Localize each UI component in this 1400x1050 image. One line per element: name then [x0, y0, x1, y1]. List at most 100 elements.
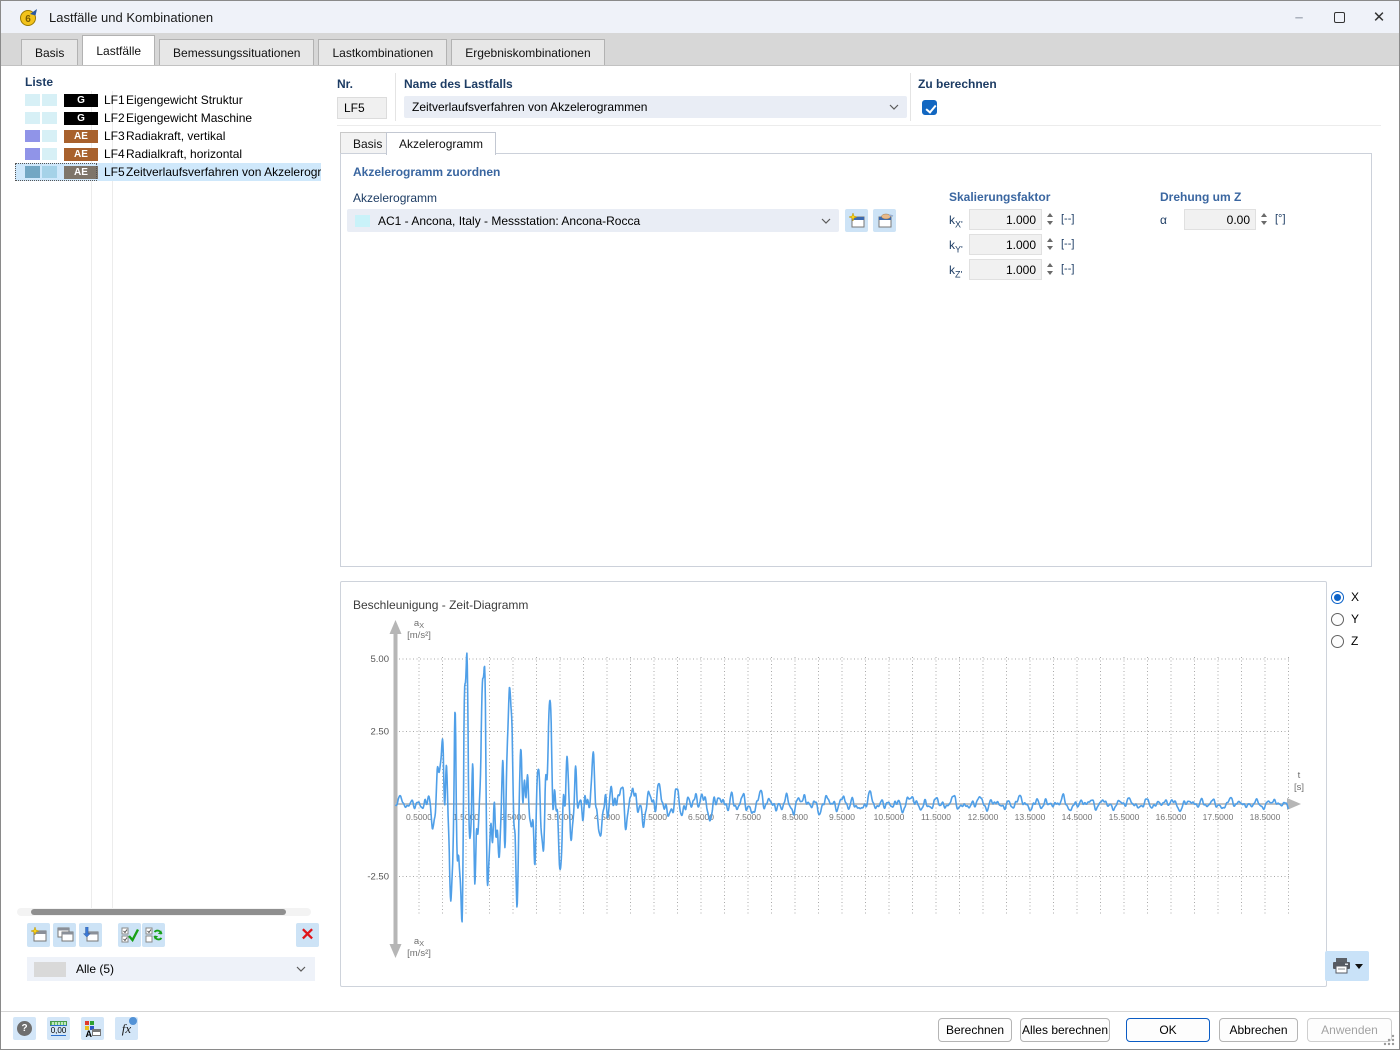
accelerogram-dropdown[interactable]: AC1 - Ancona, Italy - Messstation: Ancon… [347, 209, 839, 232]
list-header: Liste [25, 75, 53, 89]
spin-down-icon[interactable] [1261, 221, 1267, 225]
load-case-name-value: Zeitverlaufsverfahren von Akzelerogramme… [412, 100, 889, 114]
close-button[interactable]: ✕ [1359, 1, 1399, 33]
new-accelerogram-button[interactable] [845, 209, 868, 232]
radio-z[interactable]: Z [1331, 630, 1359, 652]
x-axis-arrow [1287, 798, 1301, 810]
y-axis-label: aX [414, 936, 424, 948]
radio-z-label: Z [1351, 634, 1358, 648]
display-colors-icon: A [85, 1021, 101, 1037]
berechnen-button[interactable]: Berechnen [938, 1018, 1012, 1042]
insert-load-case-button[interactable] [79, 923, 102, 947]
ky-unit: [--] [1061, 238, 1074, 250]
spin-down-icon[interactable] [1047, 221, 1053, 225]
accelerogram-label: Akzelerogramm [353, 191, 437, 205]
list-item-lf5[interactable]: AE LF5Zeitverlaufsverfahren von Akzelero… [15, 163, 321, 181]
y-axis-unit: [m/s²] [407, 948, 431, 959]
spin-down-icon[interactable] [1047, 246, 1053, 250]
alles-berechnen-button[interactable]: Alles berechnen [1020, 1018, 1110, 1042]
load-case-id: LF5 [97, 165, 122, 179]
y-tick-label: 5.00 [371, 654, 390, 665]
kx-unit: [--] [1061, 213, 1074, 225]
print-options-caret[interactable] [1355, 964, 1363, 969]
load-case-number-field[interactable]: LF5 [337, 97, 387, 119]
ky-spinner[interactable] [1045, 234, 1055, 254]
y-tick-label: 2.50 [371, 727, 390, 738]
edit-window-icon [876, 213, 894, 229]
kz-spinner[interactable] [1045, 259, 1055, 279]
alpha-spinner[interactable] [1259, 209, 1269, 229]
compute-section: Zu berechnen [918, 77, 997, 115]
radio-y-label: Y [1351, 612, 1359, 626]
accelerogram-swatch [355, 215, 370, 227]
tab-lastfaelle[interactable]: Lastfälle [82, 35, 155, 65]
category-badge: AE [64, 130, 98, 143]
new-load-case-button[interactable] [27, 923, 50, 947]
filter-label: Alle (5) [76, 962, 296, 976]
load-case-name-dropdown[interactable]: Zeitverlaufsverfahren von Akzelerogramme… [404, 96, 907, 118]
radio-x[interactable]: X [1331, 586, 1359, 608]
ky-input[interactable]: 1.000 [969, 234, 1042, 255]
spin-up-icon[interactable] [1047, 213, 1053, 217]
list-filter-dropdown[interactable]: Alle (5) [27, 957, 315, 981]
check-all-button[interactable] [118, 923, 141, 947]
compute-checkbox[interactable] [922, 100, 937, 115]
x-tick-label: 18.5000 [1250, 812, 1281, 822]
color-swatch [42, 166, 57, 178]
anwenden-button[interactable]: Anwenden [1307, 1018, 1392, 1042]
list-item-lf4[interactable]: AE LF4Radialkraft, horizontal [15, 145, 321, 163]
tab-lastkombinationen[interactable]: Lastkombinationen [318, 39, 447, 65]
scrollbar-thumb[interactable] [31, 909, 286, 915]
maximize-icon [1334, 12, 1345, 23]
abbrechen-button[interactable]: Abbrechen [1219, 1018, 1298, 1042]
radio-x-label: X [1351, 590, 1359, 604]
color-swatch [25, 112, 40, 124]
alpha-input[interactable]: 0.00 [1184, 209, 1256, 230]
chevron-down-icon [889, 104, 899, 110]
spin-up-icon[interactable] [1047, 238, 1053, 242]
column-separator [112, 91, 113, 914]
spin-up-icon[interactable] [1261, 213, 1267, 217]
edit-accelerogram-button[interactable] [873, 209, 896, 232]
kx-input[interactable]: 1.000 [969, 209, 1042, 230]
display-settings-button[interactable]: A [81, 1017, 104, 1040]
kz-unit: [--] [1061, 263, 1074, 275]
list-item-lf3[interactable]: AE LF3Radiakraft, vertikal [15, 127, 321, 145]
maximize-button[interactable] [1319, 1, 1359, 33]
list-item-lf2[interactable]: G LF2Eigengewicht Maschine [15, 109, 321, 127]
color-swatch [42, 130, 57, 142]
kz-input[interactable]: 1.000 [969, 259, 1042, 280]
radio-icon [1331, 635, 1344, 648]
ok-button[interactable]: OK [1126, 1018, 1210, 1042]
invert-check-button[interactable] [142, 923, 165, 947]
delete-load-case-button[interactable]: ✕ [296, 923, 319, 947]
separator [395, 73, 396, 121]
kz-label: kZ' [949, 263, 962, 279]
x-tick-label: 7.5000 [735, 812, 761, 822]
print-chart-button[interactable] [1325, 951, 1369, 981]
tab-bemessungssituationen[interactable]: Bemessungssituationen [159, 39, 314, 65]
tab-ergebniskombinationen[interactable]: Ergebniskombinationen [451, 39, 604, 65]
subtab-akzelerogramm[interactable]: Akzelerogramm [386, 132, 496, 155]
tab-basis[interactable]: Basis [21, 39, 78, 65]
scaling-factor-header: Skalierungsfaktor [949, 190, 1050, 204]
name-section: Name des Lastfalls Zeitverlaufsverfahren… [404, 77, 907, 118]
separator [1, 1011, 1399, 1012]
kx-spinner[interactable] [1045, 209, 1055, 229]
minimize-button[interactable]: – [1279, 1, 1319, 33]
units-settings-button[interactable]: 0,00 [47, 1017, 70, 1040]
acceleration-time-plot: 0.50001.50002.50003.50004.50005.50006.50… [341, 582, 1326, 986]
spin-down-icon[interactable] [1047, 271, 1053, 275]
color-swatch [25, 130, 40, 142]
formula-button[interactable]: fx [115, 1017, 138, 1040]
spin-up-icon[interactable] [1047, 263, 1053, 267]
horizontal-scrollbar[interactable] [17, 908, 311, 916]
color-swatch [42, 112, 57, 124]
list-item-lf1[interactable]: G LF1Eigengewicht Struktur [15, 91, 321, 109]
new-window-icon [30, 927, 48, 943]
copy-load-case-button[interactable] [53, 923, 76, 947]
radio-y[interactable]: Y [1331, 608, 1359, 630]
load-cases-dialog: 6 Lastfälle und Kombinationen – ✕ Basis … [0, 0, 1400, 1050]
help-button[interactable]: ? [13, 1017, 36, 1040]
resize-grip[interactable] [1383, 1034, 1395, 1046]
